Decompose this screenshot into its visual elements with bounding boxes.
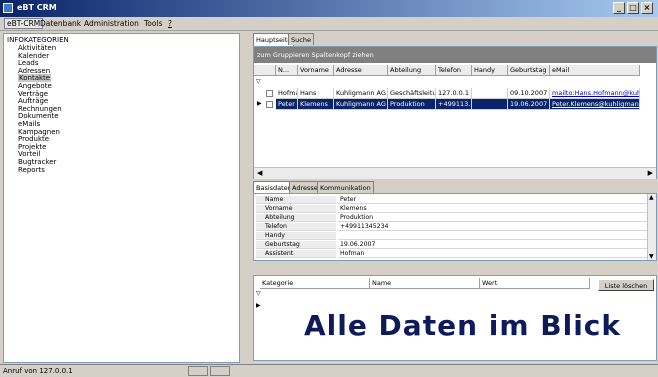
detail-label: Vorname: [256, 205, 336, 213]
menu-ebt-crm[interactable]: eBT-CRM: [4, 18, 44, 29]
grid-col-3[interactable]: Abteilung: [388, 65, 436, 76]
detail-value[interactable]: Produktion: [338, 214, 648, 222]
grid-cell-name[interactable]: Peter: [276, 99, 298, 110]
contacts-grid: zum Gruppieren Spaltenkopf ziehen N... Vo…: [253, 46, 657, 179]
grid-col-6[interactable]: Geburtstag: [508, 65, 550, 76]
filter-row-icon: ▽: [256, 78, 261, 85]
status-panel-2: [210, 366, 230, 376]
detail-label: Handy: [256, 232, 336, 240]
row-checkbox[interactable]: [266, 101, 273, 108]
grid-cell-handy[interactable]: [472, 99, 508, 110]
detail-label: Telefon: [256, 223, 336, 231]
scroll-left-icon[interactable]: ◀: [257, 169, 262, 177]
minimize-button[interactable]: _: [613, 2, 625, 14]
detail-value[interactable]: Peter: [338, 196, 648, 204]
close-button[interactable]: ×: [641, 2, 653, 14]
grid-col-5[interactable]: Handy: [472, 65, 508, 76]
grid-col-2[interactable]: Adresse: [334, 65, 388, 76]
col-name[interactable]: Name: [370, 278, 480, 289]
tab-kommunikation[interactable]: Kommunikation: [317, 181, 374, 193]
grid-cell-geburtstag[interactable]: 19.06.2007: [508, 99, 550, 110]
grid-cell-telefon[interactable]: +499113...: [436, 99, 472, 110]
detail-label: Name: [256, 196, 336, 204]
row-checkbox[interactable]: [266, 90, 273, 97]
detail-value[interactable]: +49911345234: [338, 223, 648, 231]
menu-datenbank[interactable]: Datenbank: [40, 19, 81, 28]
grid-col-1[interactable]: Vorname: [298, 65, 334, 76]
scroll-right-icon[interactable]: ▶: [648, 169, 653, 177]
grid-cell-email[interactable]: mailto:Hans.Hofmann@kuhligm: [550, 88, 640, 99]
grid-cell-name[interactable]: Hofman: [276, 88, 298, 99]
grid-cell-handy[interactable]: [472, 88, 508, 99]
menu-help[interactable]: ?: [168, 19, 172, 28]
promo-banner: Alle Daten im Blick: [270, 294, 655, 356]
tab-adresse[interactable]: Adresse: [289, 181, 321, 193]
tree-item[interactable]: Reports: [18, 166, 45, 174]
app-icon: [3, 3, 13, 13]
grid-col-0[interactable]: N...: [276, 65, 298, 76]
grid-cell-adresse[interactable]: Kuhligmann AG: [334, 99, 388, 110]
grid-cell-geburtstag[interactable]: 09.10.2007: [508, 88, 550, 99]
detail-scrollbar[interactable]: ▲ ▼: [647, 194, 656, 260]
detail-value[interactable]: Klemens: [338, 205, 648, 213]
menu-bar: eBT-CRM Datenbank Administration Tools ?: [0, 17, 658, 31]
detail-label: Geburtstag: [256, 241, 336, 249]
col-kategorie[interactable]: Kategorie: [260, 278, 370, 289]
category-tree: INFOKATEGORIEN Aktivitäten Kalender Leads Ad…: [3, 33, 240, 363]
detail-value[interactable]: 19.06.2007: [338, 241, 648, 249]
filter-row-icon: ▽: [256, 290, 261, 297]
horizontal-scrollbar[interactable]: ◀ ▶: [254, 167, 656, 179]
grid-header-select[interactable]: [254, 65, 276, 76]
col-wert[interactable]: Wert: [480, 278, 590, 289]
window-title: eBT CRM: [17, 3, 57, 12]
row-pointer-icon: ▶: [257, 100, 262, 107]
status-panel-1: [188, 366, 208, 376]
detail-value[interactable]: Hofman: [338, 250, 648, 258]
grid-cell-telefon[interactable]: 127.0.0.1: [436, 88, 472, 99]
scroll-up-icon[interactable]: ▲: [649, 194, 654, 201]
detail-value[interactable]: [338, 232, 648, 240]
grid-cell-adresse[interactable]: Kuhligmann AG: [334, 88, 388, 99]
status-text: Anruf von 127.0.0.1: [3, 367, 73, 375]
grid-cell-vorname[interactable]: Hans: [298, 88, 334, 99]
grid-cell-email[interactable]: Peter.Klemens@kuhligmann-ag.d: [550, 99, 640, 110]
tree-root[interactable]: INFOKATEGORIEN: [7, 36, 69, 44]
grid-cell-abteilung[interactable]: Produktion: [388, 99, 436, 110]
detail-label: Abteilung: [256, 214, 336, 222]
menu-administration[interactable]: Administration: [84, 19, 139, 28]
clear-list-button[interactable]: Liste löschen: [598, 279, 654, 291]
maximize-button[interactable]: □: [627, 2, 639, 14]
row-pointer-icon: ▶: [256, 302, 261, 309]
grid-col-4[interactable]: Telefon: [436, 65, 472, 76]
group-by-hint: zum Gruppieren Spaltenkopf ziehen: [254, 47, 656, 63]
title-bar: eBT CRM _ □ ×: [0, 0, 658, 17]
tab-suche[interactable]: Suche: [288, 33, 314, 45]
grid-col-7[interactable]: eMail: [550, 65, 640, 76]
scroll-down-icon[interactable]: ▼: [649, 253, 654, 260]
grid-cell-vorname[interactable]: Klemens: [298, 99, 334, 110]
grid-cell-abteilung[interactable]: Geschäftsleitung: [388, 88, 436, 99]
menu-tools[interactable]: Tools: [144, 19, 162, 28]
detail-panel: Name Peter Vorname Klemens Abteilung Produkti…: [253, 193, 657, 261]
detail-label: Assistent: [256, 250, 336, 258]
status-bar: Anruf von 127.0.0.1: [0, 364, 658, 377]
